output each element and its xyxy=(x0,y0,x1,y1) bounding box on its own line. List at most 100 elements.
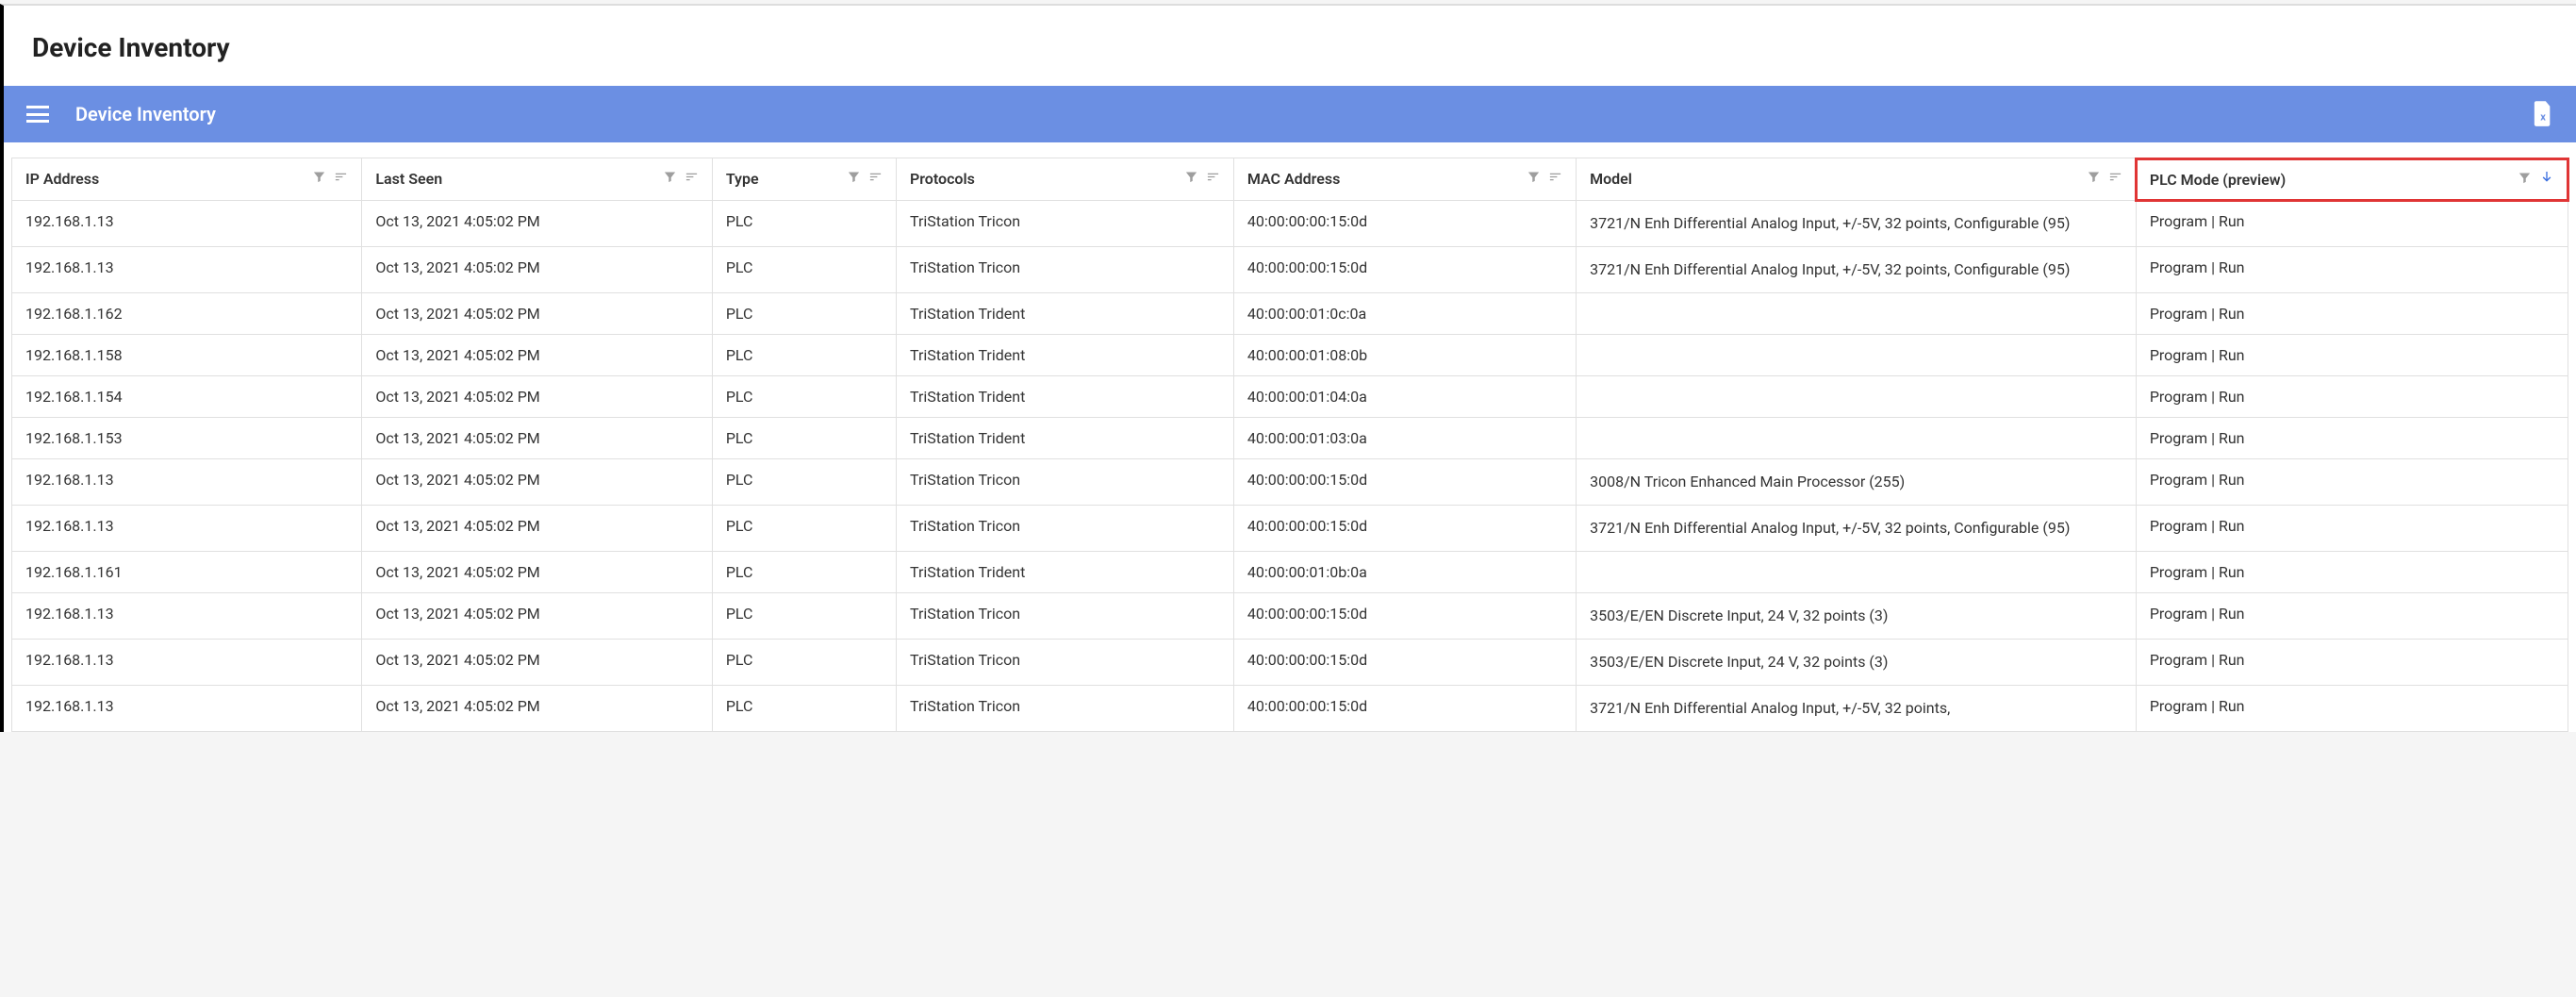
cell-mac: 40:00:00:00:15:0d xyxy=(1233,201,1576,247)
cell-type: PLC xyxy=(712,593,896,640)
cell-plc: Program | Run xyxy=(2136,335,2568,376)
cell-ip: 192.168.1.154 xyxy=(12,376,362,418)
cell-plc: Program | Run xyxy=(2136,418,2568,459)
cell-lastSeen: Oct 13, 2021 4:05:02 PM xyxy=(362,335,712,376)
cell-plc: Program | Run xyxy=(2136,201,2568,247)
inventory-table-container: IP Address Last Seen xyxy=(4,142,2576,732)
cell-ip: 192.168.1.13 xyxy=(12,201,362,247)
cell-plc: Program | Run xyxy=(2136,640,2568,686)
cell-model: 3721/N Enh Differential Analog Input, +/… xyxy=(1577,247,2137,293)
table-row[interactable]: 192.168.1.154Oct 13, 2021 4:05:02 PMPLCT… xyxy=(12,376,2568,418)
cell-model xyxy=(1577,552,2137,593)
col-header-mac[interactable]: MAC Address xyxy=(1233,158,1576,201)
cell-proto: TriStation Trident xyxy=(897,293,1234,335)
arrow-down-icon[interactable] xyxy=(2539,170,2554,189)
sort-icon[interactable] xyxy=(1548,170,1562,188)
table-row[interactable]: 192.168.1.13Oct 13, 2021 4:05:02 PMPLCTr… xyxy=(12,686,2568,732)
table-row[interactable]: 192.168.1.13Oct 13, 2021 4:05:02 PMPLCTr… xyxy=(12,506,2568,552)
cell-ip: 192.168.1.13 xyxy=(12,459,362,506)
cell-ip: 192.168.1.161 xyxy=(12,552,362,593)
cell-type: PLC xyxy=(712,459,896,506)
cell-proto: TriStation Tricon xyxy=(897,593,1234,640)
cell-mac: 40:00:00:01:04:0a xyxy=(1233,376,1576,418)
header-title: Device Inventory xyxy=(75,103,216,125)
cell-mac: 40:00:00:00:15:0d xyxy=(1233,686,1576,732)
export-icon[interactable]: x xyxy=(2533,101,2553,127)
cell-type: PLC xyxy=(712,640,896,686)
table-row[interactable]: 192.168.1.13Oct 13, 2021 4:05:02 PMPLCTr… xyxy=(12,201,2568,247)
cell-mac: 40:00:00:00:15:0d xyxy=(1233,459,1576,506)
cell-type: PLC xyxy=(712,293,896,335)
cell-plc: Program | Run xyxy=(2136,593,2568,640)
cell-lastSeen: Oct 13, 2021 4:05:02 PM xyxy=(362,376,712,418)
filter-icon[interactable] xyxy=(2087,170,2101,188)
cell-mac: 40:00:00:01:08:0b xyxy=(1233,335,1576,376)
col-label: Protocols xyxy=(910,170,975,188)
cell-model: 3721/N Enh Differential Analog Input, +/… xyxy=(1577,686,2137,732)
cell-mac: 40:00:00:00:15:0d xyxy=(1233,640,1576,686)
col-header-model[interactable]: Model xyxy=(1577,158,2137,201)
cell-ip: 192.168.1.162 xyxy=(12,293,362,335)
cell-lastSeen: Oct 13, 2021 4:05:02 PM xyxy=(362,640,712,686)
sort-icon[interactable] xyxy=(1206,170,1220,188)
cell-proto: TriStation Tricon xyxy=(897,686,1234,732)
cell-lastSeen: Oct 13, 2021 4:05:02 PM xyxy=(362,459,712,506)
cell-proto: TriStation Tricon xyxy=(897,459,1234,506)
table-header-row: IP Address Last Seen xyxy=(12,158,2568,201)
cell-mac: 40:00:00:01:0b:0a xyxy=(1233,552,1576,593)
cell-lastSeen: Oct 13, 2021 4:05:02 PM xyxy=(362,293,712,335)
col-label: Type xyxy=(726,170,759,188)
sort-icon[interactable] xyxy=(685,170,699,188)
table-row[interactable]: 192.168.1.13Oct 13, 2021 4:05:02 PMPLCTr… xyxy=(12,640,2568,686)
cell-ip: 192.168.1.13 xyxy=(12,640,362,686)
menu-icon[interactable] xyxy=(26,103,49,125)
cell-mac: 40:00:00:00:15:0d xyxy=(1233,247,1576,293)
cell-type: PLC xyxy=(712,247,896,293)
cell-proto: TriStation Trident xyxy=(897,418,1234,459)
col-header-protocols[interactable]: Protocols xyxy=(897,158,1234,201)
cell-type: PLC xyxy=(712,376,896,418)
table-row[interactable]: 192.168.1.13Oct 13, 2021 4:05:02 PMPLCTr… xyxy=(12,459,2568,506)
col-header-lastseen[interactable]: Last Seen xyxy=(362,158,712,201)
cell-model xyxy=(1577,418,2137,459)
cell-lastSeen: Oct 13, 2021 4:05:02 PM xyxy=(362,506,712,552)
col-label: IP Address xyxy=(25,170,99,188)
cell-type: PLC xyxy=(712,418,896,459)
cell-plc: Program | Run xyxy=(2136,552,2568,593)
filter-icon[interactable] xyxy=(847,170,861,188)
sort-icon[interactable] xyxy=(334,170,348,188)
filter-icon[interactable] xyxy=(1527,170,1541,188)
cell-mac: 40:00:00:01:0c:0a xyxy=(1233,293,1576,335)
cell-lastSeen: Oct 13, 2021 4:05:02 PM xyxy=(362,247,712,293)
table-row[interactable]: 192.168.1.158Oct 13, 2021 4:05:02 PMPLCT… xyxy=(12,335,2568,376)
filter-icon[interactable] xyxy=(312,170,326,188)
cell-proto: TriStation Tricon xyxy=(897,640,1234,686)
col-header-type[interactable]: Type xyxy=(712,158,896,201)
cell-proto: TriStation Tricon xyxy=(897,247,1234,293)
col-label: PLC Mode (preview) xyxy=(2150,171,2286,189)
cell-ip: 192.168.1.13 xyxy=(12,506,362,552)
cell-model: 3503/E/EN Discrete Input, 24 V, 32 point… xyxy=(1577,640,2137,686)
table-row[interactable]: 192.168.1.161Oct 13, 2021 4:05:02 PMPLCT… xyxy=(12,552,2568,593)
table-row[interactable]: 192.168.1.162Oct 13, 2021 4:05:02 PMPLCT… xyxy=(12,293,2568,335)
cell-model xyxy=(1577,335,2137,376)
filter-icon[interactable] xyxy=(663,170,677,188)
table-row[interactable]: 192.168.1.153Oct 13, 2021 4:05:02 PMPLCT… xyxy=(12,418,2568,459)
cell-proto: TriStation Tricon xyxy=(897,506,1234,552)
cell-plc: Program | Run xyxy=(2136,459,2568,506)
page-title: Device Inventory xyxy=(4,25,2576,86)
sort-icon[interactable] xyxy=(2108,170,2122,188)
cell-type: PLC xyxy=(712,552,896,593)
sort-icon[interactable] xyxy=(868,170,883,188)
col-header-ip[interactable]: IP Address xyxy=(12,158,362,201)
table-row[interactable]: 192.168.1.13Oct 13, 2021 4:05:02 PMPLCTr… xyxy=(12,247,2568,293)
cell-type: PLC xyxy=(712,335,896,376)
cell-lastSeen: Oct 13, 2021 4:05:02 PM xyxy=(362,593,712,640)
cell-model: 3008/N Tricon Enhanced Main Processor (2… xyxy=(1577,459,2137,506)
filter-icon[interactable] xyxy=(1184,170,1198,188)
col-header-plc-mode[interactable]: PLC Mode (preview) xyxy=(2136,158,2568,201)
cell-ip: 192.168.1.13 xyxy=(12,247,362,293)
cell-plc: Program | Run xyxy=(2136,293,2568,335)
filter-icon[interactable] xyxy=(2518,171,2532,189)
table-row[interactable]: 192.168.1.13Oct 13, 2021 4:05:02 PMPLCTr… xyxy=(12,593,2568,640)
